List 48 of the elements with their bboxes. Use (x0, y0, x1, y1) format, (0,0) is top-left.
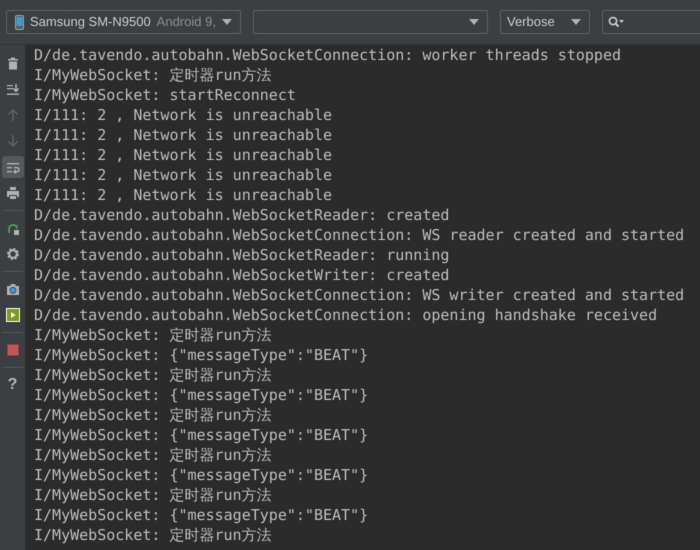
log-line: I/111: 2 , Network is unreachable (34, 125, 334, 145)
log-line: I/MyWebSocket: {"messageType":"BEAT"} (34, 425, 370, 445)
log-line: I/111: 2 , Network is unreachable (34, 185, 334, 205)
log-line: D/de.tavendo.autobahn.WebSocketConnection: WS writer created and started (34, 285, 686, 305)
search-field[interactable] (602, 10, 700, 34)
device-name: Samsung SM-N9500 (30, 13, 151, 32)
log-line: I/MyWebSocket: {"messageType":"BEAT"} (34, 345, 370, 365)
log-line: I/MyWebSocket: {"messageType":"BEAT"} (34, 465, 370, 485)
log-line: I/111: 2 , Network is unreachable (34, 145, 334, 165)
log-line: I/MyWebSocket: 定时器run方法 (34, 65, 273, 85)
scroll-to-end-icon (6, 82, 20, 96)
printer-icon (6, 186, 20, 200)
log-line: I/MyWebSocket: 定时器run方法 (34, 365, 273, 385)
down-arrow-icon (6, 134, 20, 148)
camera-icon (6, 282, 20, 296)
device-dropdown[interactable]: Samsung SM-N9500 Android 9, (6, 10, 241, 34)
log-line: I/MyWebSocket: {"messageType":"BEAT"} (34, 505, 370, 525)
log-line: D/de.tavendo.autobahn.WebSocketConnection: worker threads stopped (34, 45, 622, 65)
soft-wrap-button[interactable] (2, 156, 24, 178)
log-level-dropdown[interactable]: Verbose (500, 10, 590, 34)
log-line: I/MyWebSocket: {"messageType":"BEAT"} (34, 385, 370, 405)
dropdown-arrow-icon (222, 19, 232, 25)
dropdown-arrow-icon (469, 19, 479, 25)
up-arrow-icon (6, 108, 20, 122)
restart-icon (6, 221, 20, 235)
gear-icon (6, 247, 20, 261)
log-line: I/111: 2 , Network is unreachable (34, 105, 334, 125)
log-line: I/MyWebSocket: 定时器run方法 (34, 325, 273, 345)
screen-record-icon (6, 308, 20, 322)
log-line: I/MyWebSocket: startReconnect (34, 85, 297, 105)
log-line: D/de.tavendo.autobahn.WebSocketReader: running (34, 245, 450, 265)
log-line: I/MyWebSocket: 定时器run方法 (34, 485, 273, 505)
log-line: D/de.tavendo.autobahn.WebSocketWriter: created (34, 265, 450, 285)
log-line: I/MyWebSocket: 定时器run方法 (34, 525, 273, 545)
search-icon (608, 16, 624, 28)
log-line: I/MyWebSocket: 定时器run方法 (34, 445, 273, 465)
soft-wrap-icon (6, 160, 20, 174)
stop-icon (6, 343, 20, 357)
trash-icon (6, 56, 20, 70)
log-line: D/de.tavendo.autobahn.WebSocketConnection: WS reader created and started (34, 225, 686, 245)
help-button[interactable]: ? (2, 374, 24, 396)
log-line: I/111: 2 , Network is unreachable (34, 165, 334, 185)
log-line: I/MyWebSocket: 定时器run方法 (34, 405, 273, 425)
device-detail: Android 9, (156, 13, 216, 32)
dropdown-arrow-icon (571, 19, 581, 25)
phone-icon (15, 14, 24, 30)
log-line: D/de.tavendo.autobahn.WebSocketConnection: opening handshake received (34, 305, 658, 325)
log-line: D/de.tavendo.autobahn.WebSocketReader: created (34, 205, 450, 225)
